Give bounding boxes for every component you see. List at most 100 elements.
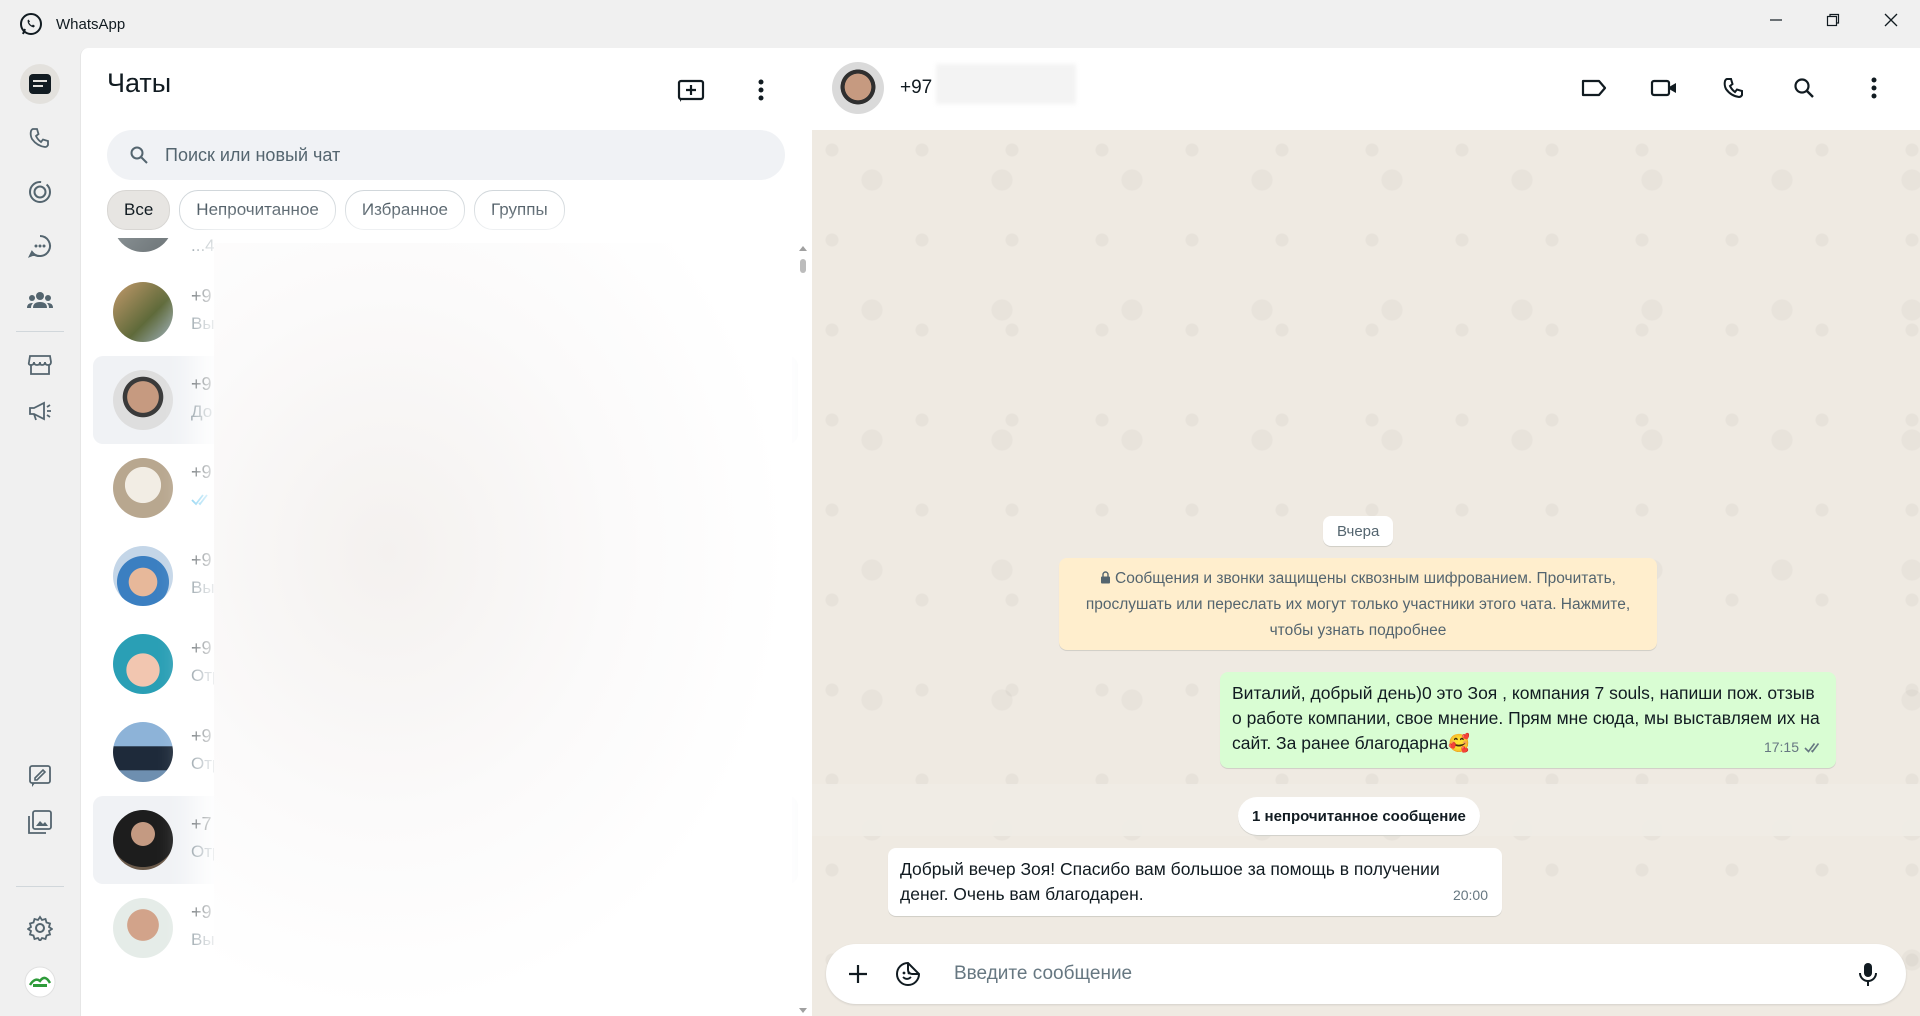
redaction-mask: [936, 64, 1076, 104]
chat-name: +9: [191, 286, 212, 306]
contact-avatar: [113, 810, 173, 870]
window-title: WhatsApp: [56, 15, 126, 33]
message-input[interactable]: Введите сообщение: [954, 963, 1132, 985]
chat-name: +9: [191, 726, 212, 746]
conversation-menu-button[interactable]: [1854, 68, 1894, 108]
restore-icon: [1826, 13, 1840, 27]
chat-name: +9: [191, 902, 212, 922]
media-gallery-icon: [28, 810, 52, 834]
video-call-icon: [1650, 79, 1676, 97]
chat-name: +9: [191, 638, 212, 658]
message-time: 17:15: [1763, 739, 1799, 755]
voice-message-button[interactable]: [1848, 954, 1888, 994]
starred-messages-icon: [29, 765, 51, 787]
whatsapp-logo-icon: [20, 13, 42, 35]
incoming-message[interactable]: Добрый вечер Зоя! Спасибо вам большое за…: [888, 848, 1502, 916]
business-tools-icon: [27, 355, 52, 375]
rail-divider-bottom: [16, 886, 64, 887]
message-time: 20:00: [1452, 887, 1488, 903]
filter-favorites-chip[interactable]: Избранное: [344, 190, 466, 230]
rail-calls-button[interactable]: [20, 118, 60, 158]
panel-title: Чаты: [107, 68, 172, 98]
chat-preview: Вы: [191, 930, 215, 949]
sticker-icon: [896, 961, 921, 986]
rail-chats-button[interactable]: [20, 64, 60, 104]
double-check-read-icon: [1804, 743, 1820, 753]
plus-icon: [849, 965, 867, 983]
chat-name: +9: [191, 550, 212, 570]
contact-name[interactable]: +97: [900, 77, 932, 99]
rail-business-tools-button[interactable]: [20, 345, 60, 385]
message-composer: Введите сообщение: [826, 944, 1906, 1004]
contact-avatar[interactable]: [832, 62, 884, 114]
filter-unread-chip[interactable]: Непрочитанное: [179, 190, 336, 230]
rail-divider: [16, 331, 64, 332]
contact-avatar: [113, 238, 173, 252]
rail-profile-button[interactable]: [20, 962, 60, 1002]
contact-avatar: [113, 370, 173, 430]
double-check-read-icon: [191, 494, 208, 506]
rail-channels-button[interactable]: [20, 226, 60, 266]
contact-avatar: [113, 282, 173, 342]
scroll-down-arrow-icon: [799, 1008, 807, 1013]
chat-preview: Вы: [191, 578, 215, 597]
sticker-button[interactable]: [888, 954, 928, 994]
contact-avatar: [113, 898, 173, 958]
microphone-icon: [1859, 963, 1877, 986]
message-meta: 20:00: [1453, 883, 1488, 908]
new-chat-button[interactable]: [671, 70, 711, 110]
contact-avatar: [113, 722, 173, 782]
search-in-chat-button[interactable]: [1784, 68, 1824, 108]
chats-panel: Чаты Поиск или новый чат Все Непрочитанн…: [80, 48, 813, 1016]
rail-settings-button[interactable]: [20, 908, 60, 948]
channels-icon: [27, 235, 51, 258]
close-window-button[interactable]: [1856, 0, 1920, 40]
conversation-pane: +97 Вчера Сообщения и звонки защищены ск…: [812, 48, 1920, 1016]
contact-avatar: [113, 546, 173, 606]
chat-list-scrollbar[interactable]: [799, 243, 807, 1016]
unread-divider: 1 непрочитанное сообщение: [1238, 797, 1480, 835]
voice-call-icon: [1723, 78, 1743, 99]
conversation-header[interactable]: +97: [812, 48, 1920, 131]
encryption-notice-text: Сообщения и звонки защищены сквозным шиф…: [1085, 570, 1631, 639]
date-divider: Вчера: [1323, 516, 1394, 546]
scrollbar-thumb[interactable]: [800, 259, 806, 273]
rail-starred-button[interactable]: [20, 756, 60, 796]
lock-icon: [1101, 571, 1110, 584]
chat-preview: До: [191, 402, 213, 421]
settings-icon: [27, 915, 53, 941]
encryption-notice[interactable]: Сообщения и звонки защищены сквозным шиф…: [1059, 558, 1657, 650]
contact-avatar: [113, 634, 173, 694]
filter-all-chip[interactable]: Все: [107, 190, 171, 230]
message-text: Добрый вечер Зоя! Спасибо вам большое за…: [900, 859, 1440, 904]
search-placeholder: Поиск или новый чат: [165, 144, 341, 165]
rail-communities-button[interactable]: [20, 280, 60, 320]
advertise-icon: [29, 401, 51, 421]
attach-button[interactable]: [838, 954, 878, 994]
message-text: Виталий, добрый день)0 это Зоя , компани…: [1232, 683, 1820, 753]
voice-call-button[interactable]: [1714, 68, 1754, 108]
outgoing-message[interactable]: Виталий, добрый день)0 это Зоя , компани…: [1220, 672, 1836, 768]
filter-groups-chip[interactable]: Группы: [474, 190, 565, 230]
filter-chips: Все Непрочитанное Избранное Группы: [107, 190, 565, 230]
minimize-icon: [1770, 19, 1782, 21]
profile-avatar: [24, 966, 56, 998]
chats-icon: [29, 74, 51, 94]
communities-icon: [27, 292, 53, 308]
search-bar[interactable]: Поиск или новый чат: [107, 130, 785, 180]
rail-media-button[interactable]: [20, 802, 60, 842]
contact-avatar: [113, 458, 173, 518]
title-bar: WhatsApp: [0, 0, 1920, 48]
chat-name: +7: [191, 814, 212, 834]
calls-icon: [29, 128, 49, 148]
close-icon: [1884, 13, 1898, 27]
message-meta: 17:15: [1764, 735, 1822, 760]
chats-menu-button[interactable]: [741, 70, 781, 110]
label-button[interactable]: [1574, 68, 1614, 108]
rail-status-button[interactable]: [20, 172, 60, 212]
video-call-button[interactable]: [1644, 68, 1684, 108]
chat-preview: ...4: [191, 238, 215, 255]
rail-advertise-button[interactable]: [20, 391, 60, 431]
chat-name: +9: [191, 374, 212, 394]
search-icon: [130, 146, 148, 164]
